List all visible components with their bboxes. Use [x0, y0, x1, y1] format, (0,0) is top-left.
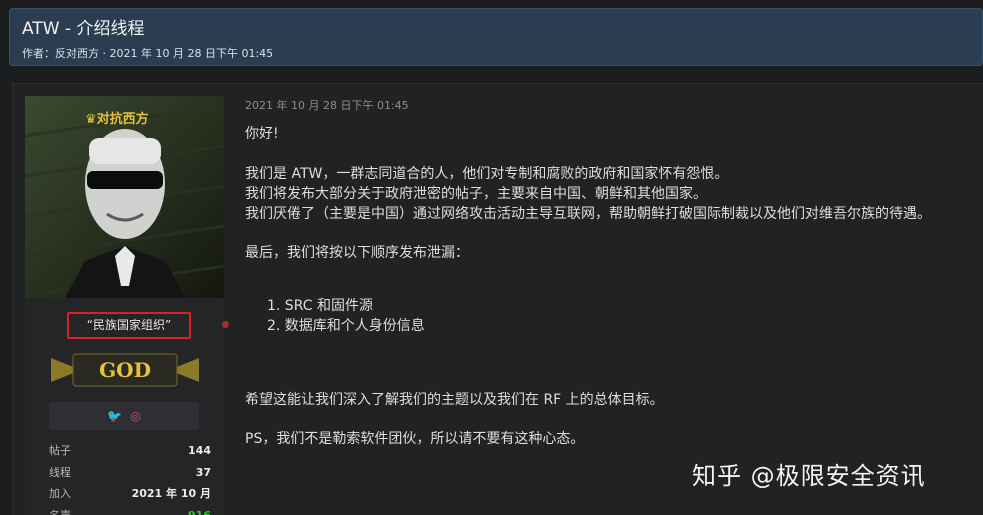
stat-joined: 加入 2021 年 10 月: [49, 487, 211, 500]
user-title: “民族国家组织”: [67, 312, 191, 339]
list-item: 2. 数据库和个人身份信息: [267, 318, 425, 334]
social-links: 🐦 ◎: [49, 402, 199, 430]
post-date[interactable]: 2021 年 10 月 28 日下午 01:45: [245, 97, 965, 113]
thread-header: ATW - 介绍线程 作者：反对西方 · 2021 年 10 月 28 日下午 …: [9, 8, 983, 66]
rank-label: GOD: [99, 358, 151, 382]
list-item: 1. SRC 和固件源: [267, 298, 373, 314]
status-dot: [222, 321, 229, 328]
stat-threads: 线程 37: [49, 465, 211, 479]
twitter-icon[interactable]: 🐦: [107, 409, 122, 423]
post-greeting: 你好!: [245, 126, 279, 142]
avatar-username: ♛对抗西方: [85, 112, 149, 127]
post-body: 2021 年 10 月 28 日下午 01:45 你好! 我们是 ATW，一群志…: [245, 97, 965, 447]
post-paragraph-line: 我们将发布大部分关于政府泄密的帖子，主要来自中国、朝鲜和其他国家。: [245, 186, 707, 202]
instagram-icon[interactable]: ◎: [130, 409, 140, 423]
crown-icon: ♛: [85, 112, 97, 127]
watermark: 知乎 @极限安全资讯: [692, 462, 926, 490]
thread-title: ATW - 介绍线程: [22, 19, 145, 39]
post-list-intro: 最后，我们将按以下顺序发布泄漏：: [245, 245, 469, 261]
post-paragraph-line: 我们厌倦了（主要是中国）通过网络攻击活动主导互联网，帮助朝鲜打破国际制裁以及他们…: [245, 206, 931, 222]
stat-reputation: 名声 916: [49, 508, 211, 515]
stat-posts: 帖子 144: [49, 444, 211, 457]
user-stats: 帖子 144 线程 37 加入 2021 年 10 月 名声 916: [49, 440, 211, 515]
post: ♛对抗西方 “民族国家组织” GOD 🐦 ◎ 帖子 144 线程 37 加入 2…: [12, 83, 983, 515]
thread-meta: 作者：反对西方 · 2021 年 10 月 28 日下午 01:45: [22, 47, 274, 60]
user-sidebar: ♛对抗西方 “民族国家组织” GOD 🐦 ◎ 帖子 144 线程 37 加入 2…: [25, 96, 229, 515]
post-closing: 希望这能让我们深入了解我们的主题以及我们在 RF 上的总体目标。: [245, 392, 664, 408]
user-avatar[interactable]: ♛对抗西方: [25, 96, 224, 298]
post-ps: PS，我们不是勒索软件团伙，所以请不要有这种心态。: [245, 431, 585, 447]
rank-badge: GOD: [51, 352, 199, 388]
post-paragraph-line: 我们是 ATW，一群志同道合的人，他们对专制和腐败的政府和国家怀有怨恨。: [245, 166, 729, 182]
